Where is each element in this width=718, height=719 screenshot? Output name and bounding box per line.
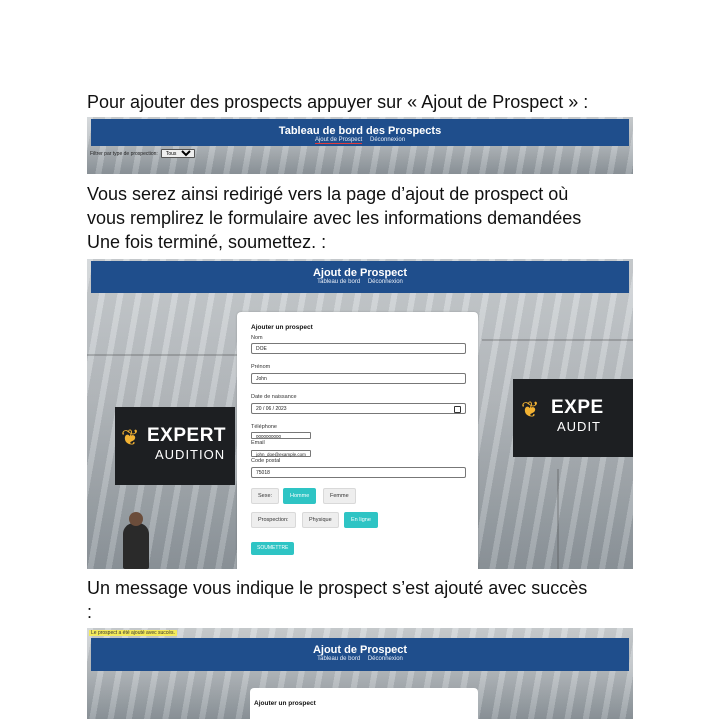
sexe-option-femme[interactable]: Femme (323, 488, 356, 504)
calendar-icon[interactable] (454, 406, 461, 413)
sexe-option-homme[interactable]: Homme (283, 488, 317, 504)
paragraph-redirect: Vous serez ainsi redirigé vers la page d… (87, 182, 647, 254)
form-title: Ajouter un prospect (254, 700, 316, 707)
success-page-nav: Tableau de bord Déconnexion (91, 656, 629, 662)
building-line (482, 339, 633, 341)
paragraph-redirect-line1: Vous serez ainsi redirigé vers la page d… (87, 184, 569, 204)
prenom-label: Prénom (251, 364, 271, 370)
dashboard-nav: Ajout de Prospect Déconnexion (91, 137, 629, 144)
paragraph-success-line1: Un message vous indique le prospect s’es… (87, 578, 588, 598)
person-figure (123, 512, 149, 569)
submit-button[interactable]: SOUMETTRE (251, 542, 295, 555)
screenshot-add-form: ❦ EXPERT AUDITION ❦ EXPE AUDIT Ajout de … (87, 259, 633, 569)
prenom-input[interactable]: John (251, 373, 466, 384)
brand-logo-icon: ❦ (121, 425, 140, 450)
nom-label: Nom (251, 335, 263, 341)
naissance-value: 20 / 06 / 2023 (256, 406, 287, 412)
form-page-header: Ajout de Prospect Tableau de bord Déconn… (91, 261, 629, 293)
filter-label: Filtrer par type de prospection: (90, 150, 158, 157)
filter-row: Filtrer par type de prospection: Tous (90, 149, 195, 158)
filter-select[interactable]: Tous (160, 149, 195, 158)
nav-link-tableau-de-bord[interactable]: Tableau de bord (317, 656, 360, 662)
form-page-nav: Tableau de bord Déconnexion (91, 279, 629, 285)
prospect-form: Ajouter un prospect Nom DOE Prénom John … (237, 312, 478, 569)
prospection-label: Prospection: (251, 512, 296, 528)
telephone-label: Téléphone (251, 424, 277, 430)
success-message: Le prospect a été ajouté avec succès. (89, 630, 177, 636)
naissance-label: Date de naissance (251, 394, 297, 400)
prospection-option-en-ligne[interactable]: En ligne (344, 512, 378, 528)
paragraph-success: Un message vous indique le prospect s’es… (87, 576, 647, 624)
dashboard-title: Tableau de bord des Prospects (278, 125, 442, 137)
building-line (87, 354, 237, 356)
paragraph-intro: Pour ajouter des prospects appuyer sur «… (87, 92, 589, 112)
storefront-right-brand: EXPE (551, 397, 604, 418)
paragraph-redirect-line3: Une fois terminé, soumettez. : (87, 232, 327, 252)
nom-input[interactable]: DOE (251, 343, 466, 354)
screenshot-success: Le prospect a été ajouté avec succès. Aj… (87, 628, 633, 719)
nav-link-tableau-de-bord[interactable]: Tableau de bord (317, 279, 360, 285)
storefront-right-brand2: AUDIT (557, 419, 601, 434)
storefront-left-brand2: AUDITION (155, 447, 226, 462)
nav-link-ajout-prospect[interactable]: Ajout de Prospect (314, 137, 363, 144)
naissance-input[interactable]: 20 / 06 / 2023 (251, 403, 466, 414)
paragraph-redirect-line2: vous remplirez le formulaire avec les in… (87, 208, 582, 228)
nav-link-deconnexion[interactable]: Déconnexion (368, 279, 403, 285)
screenshot-dashboard: Tableau de bord des Prospects Ajout de P… (87, 117, 633, 174)
form-title: Ajouter un prospect (251, 324, 313, 331)
dashboard-header: Tableau de bord des Prospects Ajout de P… (91, 119, 629, 146)
storefront-left: ❦ EXPERT AUDITION (115, 407, 235, 485)
brand-logo-icon: ❦ (521, 397, 540, 422)
paragraph-success-line2: : (87, 602, 93, 622)
cp-label: Code postal (251, 458, 281, 464)
form-page-title: Ajout de Prospect (312, 267, 408, 279)
cp-input[interactable]: 75018 (251, 467, 466, 478)
nav-link-deconnexion[interactable]: Déconnexion (368, 656, 403, 662)
building-line (557, 469, 559, 569)
email-input[interactable]: john_doe@example.com (251, 450, 311, 457)
prospection-option-physique[interactable]: Physique (302, 512, 339, 528)
storefront-left-brand: EXPERT (147, 425, 227, 446)
nav-link-deconnexion[interactable]: Déconnexion (370, 137, 405, 143)
success-page-header: Ajout de Prospect Tableau de bord Déconn… (91, 638, 629, 671)
storefront-right: ❦ EXPE AUDIT (513, 379, 633, 457)
prospect-form-partial: Ajouter un prospect (250, 688, 478, 719)
telephone-input[interactable]: 0000000000 (251, 432, 311, 439)
email-label: Email (251, 440, 265, 446)
sexe-label: Sexe: (251, 488, 280, 504)
success-page-title: Ajout de Prospect (312, 644, 408, 656)
